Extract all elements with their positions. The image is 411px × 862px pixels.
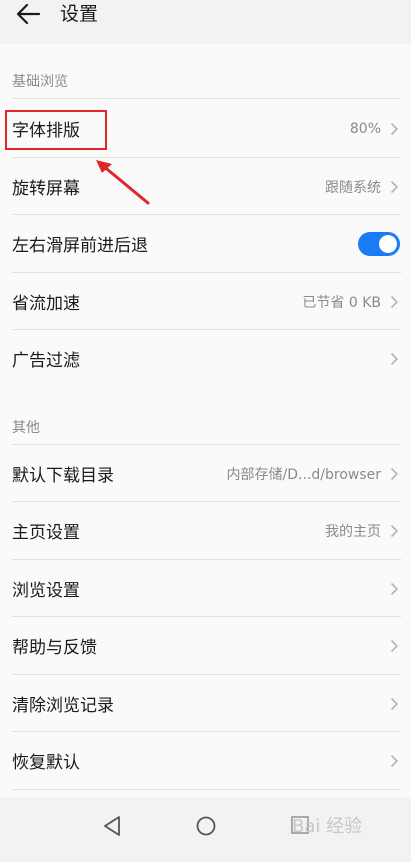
settings-item-value: 内部存储/D...d/browser [226, 466, 381, 483]
settings-item-value: 跟随系统 [325, 179, 381, 196]
chevron-right-icon [390, 467, 399, 480]
annotation-highlight-box [5, 110, 107, 150]
settings-item-restore-defaults[interactable]: 恢复默认 [0, 732, 411, 789]
section-label-basic-browsing: 基础浏览 [12, 74, 68, 90]
home-circle-icon[interactable] [195, 815, 217, 837]
settings-item-value: 我的主页 [325, 523, 381, 540]
annotation-arrow-icon [96, 160, 150, 205]
settings-item-swipe-navigation[interactable]: 左右滑屏前进后退 [0, 215, 411, 272]
settings-item-label: 帮助与反馈 [12, 638, 97, 658]
settings-item-help-feedback[interactable]: 帮助与反馈 [0, 617, 411, 674]
settings-item-value: 80% [349, 120, 381, 137]
settings-item-value: 已节省 0 KB [302, 294, 381, 311]
watermark: Bai 经验 [292, 816, 363, 837]
back-triangle-icon[interactable] [102, 815, 122, 837]
chevron-right-icon [390, 697, 399, 710]
chevron-right-icon [390, 524, 399, 537]
settings-item-label: 浏览设置 [12, 581, 80, 601]
settings-item-data-saver[interactable]: 省流加速 已节省 0 KB [0, 273, 411, 330]
settings-item-browsing-settings[interactable]: 浏览设置 [0, 560, 411, 617]
chevron-right-icon [390, 180, 399, 193]
settings-list: 基础浏览 字体排版 80% 旋转屏幕 跟随系统 左右滑屏前进后退 省流加速 已节… [0, 44, 411, 798]
settings-item-label: 旋转屏幕 [12, 179, 80, 199]
app-header: 设置 [0, 0, 411, 44]
arrow-left-icon [16, 3, 41, 25]
settings-item-label: 广告过滤 [12, 351, 80, 371]
settings-item-label: 左右滑屏前进后退 [12, 236, 148, 256]
chevron-right-icon [390, 639, 399, 652]
settings-item-clear-history[interactable]: 清除浏览记录 [0, 675, 411, 732]
swipe-navigation-toggle[interactable] [358, 231, 400, 256]
settings-item-homepage[interactable]: 主页设置 我的主页 [0, 502, 411, 559]
divider [12, 789, 401, 790]
settings-item-label: 省流加速 [12, 294, 80, 314]
settings-item-label: 清除浏览记录 [12, 696, 114, 716]
settings-item-rotate-screen[interactable]: 旋转屏幕 跟随系统 [0, 158, 411, 215]
settings-item-label: 默认下载目录 [12, 466, 114, 486]
chevron-right-icon [390, 754, 399, 767]
chevron-right-icon [390, 295, 399, 308]
chevron-right-icon [390, 352, 399, 365]
settings-item-label: 主页设置 [12, 523, 80, 543]
toggle-knob [379, 234, 397, 253]
chevron-right-icon [390, 582, 399, 595]
settings-item-ad-filter[interactable]: 广告过滤 [0, 330, 411, 387]
settings-item-download-directory[interactable]: 默认下载目录 内部存储/D...d/browser [0, 445, 411, 502]
section-label-other: 其他 [12, 420, 40, 436]
back-button[interactable] [12, 0, 44, 28]
page-title: 设置 [60, 3, 99, 25]
divider [12, 98, 401, 99]
chevron-right-icon [390, 122, 399, 135]
settings-item-label: 恢复默认 [12, 753, 80, 773]
